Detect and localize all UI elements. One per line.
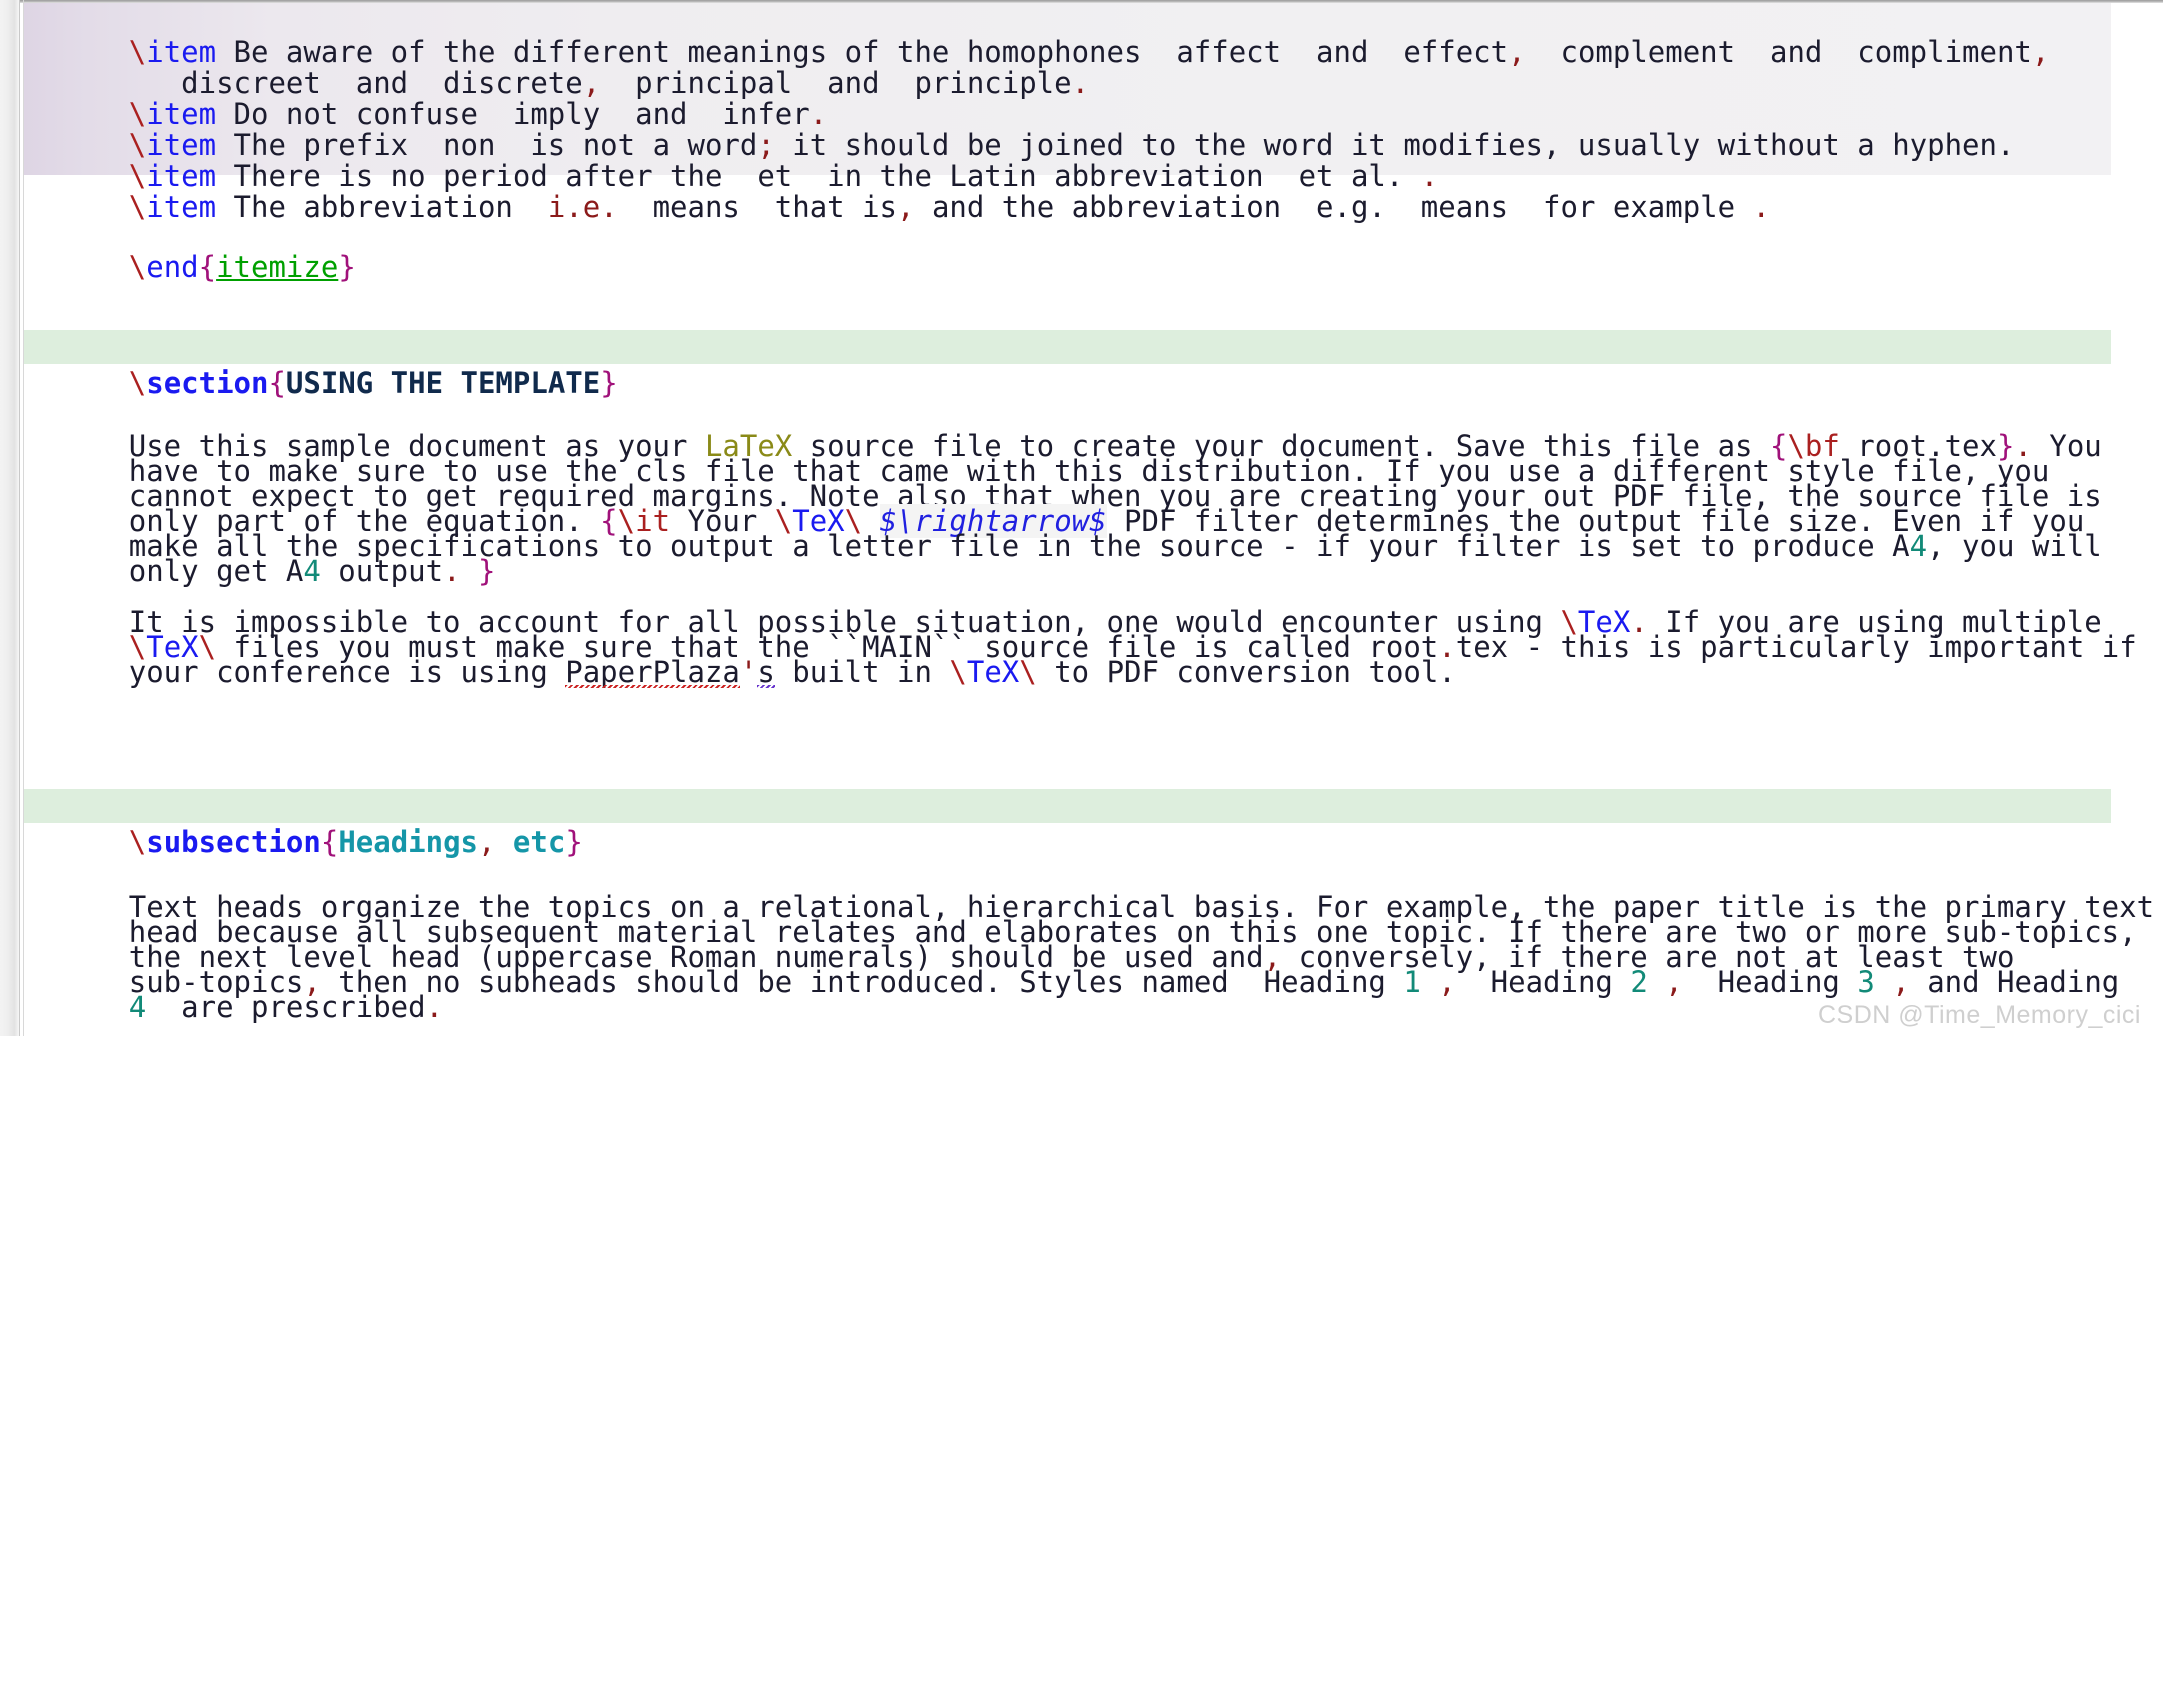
line-text-tail: tex - this is particularly important if: [1455, 629, 2137, 664]
line-text-tail: to PDF conversion tool.: [1036, 654, 1456, 689]
apostrophe-token: ': [739, 654, 758, 689]
end-command-token: end: [146, 249, 199, 284]
heading-number-4: 4: [128, 989, 147, 1024]
code-line-subsection[interactable]: \subsection{Headings, etc}: [24, 790, 583, 859]
code-line-item-1-wrap[interactable]: discreet and discrete, principal and pri…: [24, 31, 1089, 100]
backslash-token: \: [128, 249, 147, 284]
subsection-title-token: Headings: [338, 824, 478, 859]
line-text-cont: complement and compliment: [1525, 34, 2032, 69]
line-text-cont-2: Heading: [1455, 964, 1631, 999]
misspelled-word-paperplaza[interactable]: PaperPlaza: [565, 655, 740, 690]
csdn-watermark: CSDN @Time_Memory_cici: [1818, 1001, 2141, 1029]
backslash-token-2: \: [1019, 654, 1037, 689]
period-token: .: [1735, 189, 1771, 224]
gutter-divider-line: [19, 0, 20, 1036]
code-line-item-1[interactable]: \item Be aware of the different meanings…: [24, 0, 2050, 69]
comma-token-1: ,: [1420, 964, 1456, 999]
backslash-token: \: [949, 654, 967, 689]
comma-token-3: ,: [1874, 964, 1910, 999]
comma-token-2: ,: [2031, 34, 2050, 69]
subsection-command-token: subsection: [146, 824, 321, 859]
comma-token-2: ,: [1647, 964, 1683, 999]
comma-token: ,: [897, 189, 915, 224]
close-brace-token: }: [338, 249, 356, 284]
line-text-cont: built in: [774, 654, 950, 689]
code-line-item-3[interactable]: \item The prefix non is not a word; it s…: [24, 93, 2015, 162]
abbreviation-ie: i.e.: [547, 189, 618, 224]
code-line-p3-5[interactable]: 4 are prescribed.: [24, 955, 443, 1024]
period-token: .: [425, 989, 444, 1024]
heading-number-1: 1: [1403, 964, 1421, 999]
backslash-token: \: [128, 824, 147, 859]
line-text-cont-2: and the abbreviation e.g. means for exam…: [914, 189, 1736, 224]
code-line-item-5[interactable]: \item The abbreviation i.e. means that i…: [24, 155, 1770, 224]
code-line-p1-6[interactable]: only get A4 output. }: [24, 519, 496, 588]
comma-token: ,: [1508, 34, 1526, 69]
environment-name-token: itemize: [216, 249, 339, 284]
editor-left-gutter[interactable]: [0, 0, 20, 1036]
close-brace-token: }: [565, 824, 583, 859]
line-text-tail: and Heading: [1909, 964, 2120, 999]
tex-command-token: TeX: [966, 654, 1020, 689]
number-token: 4: [1909, 528, 1928, 563]
open-brace-token: {: [198, 249, 217, 284]
line-text: your conference is using: [128, 654, 566, 689]
code-line-end-itemize[interactable]: \end{itemize}: [24, 215, 356, 284]
heading-number-2: 2: [1630, 964, 1648, 999]
code-line-section[interactable]: \section{USING THE TEMPLATE}: [24, 331, 618, 400]
source-code-area[interactable]: \item Be aware of the different meanings…: [24, 0, 2163, 1691]
subsection-title-token-2: etc: [495, 824, 566, 859]
line-text-cont-3: Heading: [1682, 964, 1858, 999]
line-text: are prescribed: [146, 989, 426, 1024]
code-line-item-2[interactable]: \item Do not confuse imply and infer.: [24, 62, 827, 131]
code-line-p2-3[interactable]: your conference is using PaperPlaza's bu…: [24, 620, 1456, 689]
code-line-item-4[interactable]: \item There is no period after the et in…: [24, 124, 1438, 193]
open-brace-token: {: [320, 824, 339, 859]
grammar-flagged-token[interactable]: s: [757, 655, 776, 690]
line-text-tail: , you will: [1927, 528, 2102, 563]
latex-editor-window: \item Be aware of the different meanings…: [0, 0, 2163, 1036]
line-text-cont: then no subheads should be introduced. S…: [320, 964, 1404, 999]
heading-number-3: 3: [1857, 964, 1875, 999]
line-text-cont: means that is: [617, 189, 898, 224]
comma-token: ,: [478, 824, 496, 859]
